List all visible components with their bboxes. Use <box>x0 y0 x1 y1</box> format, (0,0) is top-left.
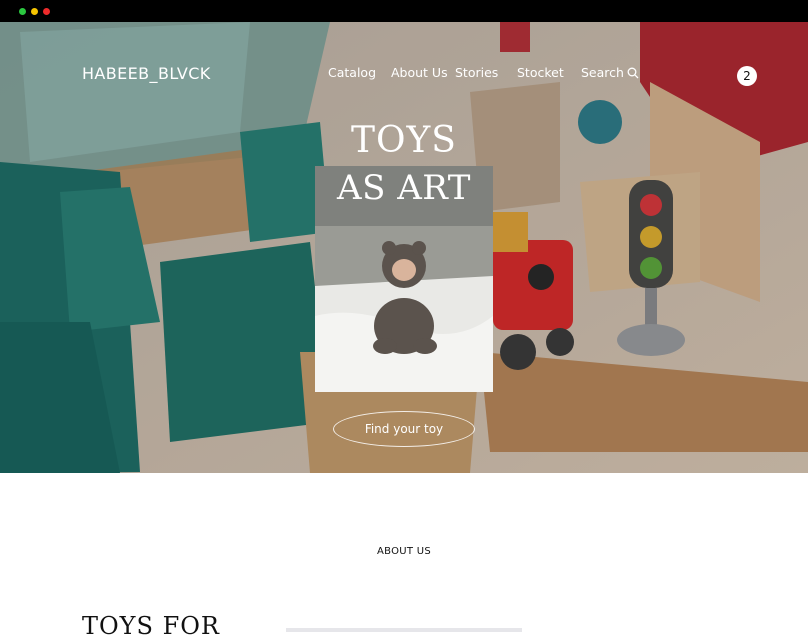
nav-stocket[interactable]: Stocket <box>517 65 564 80</box>
hero-title-line1: TOYS <box>351 120 457 161</box>
nav-about-us[interactable]: About Us <box>391 65 448 80</box>
search-icon[interactable] <box>627 67 639 79</box>
browser-top-bar <box>0 0 808 22</box>
about-section-label: ABOUT US <box>376 546 432 557</box>
nav-stories[interactable]: Stories <box>455 65 498 80</box>
window-green-dot[interactable] <box>19 8 26 15</box>
hero-title-line2: AS ART <box>337 168 471 208</box>
cart-count-badge[interactable]: 2 <box>737 66 757 86</box>
window-red-dot[interactable] <box>43 8 50 15</box>
window-yellow-dot[interactable] <box>31 8 38 15</box>
about-image-placeholder <box>286 628 522 632</box>
nav-search[interactable]: Search <box>581 65 624 80</box>
site-logo[interactable]: HABEEB_BLVCK <box>82 64 211 83</box>
find-your-toy-button[interactable]: Find your toy <box>333 411 475 447</box>
nav-catalog[interactable]: Catalog <box>328 65 376 80</box>
hero-section: HABEEB_BLVCK Catalog About Us Stories St… <box>0 22 808 473</box>
about-heading: TOYS FOR <box>82 612 220 640</box>
